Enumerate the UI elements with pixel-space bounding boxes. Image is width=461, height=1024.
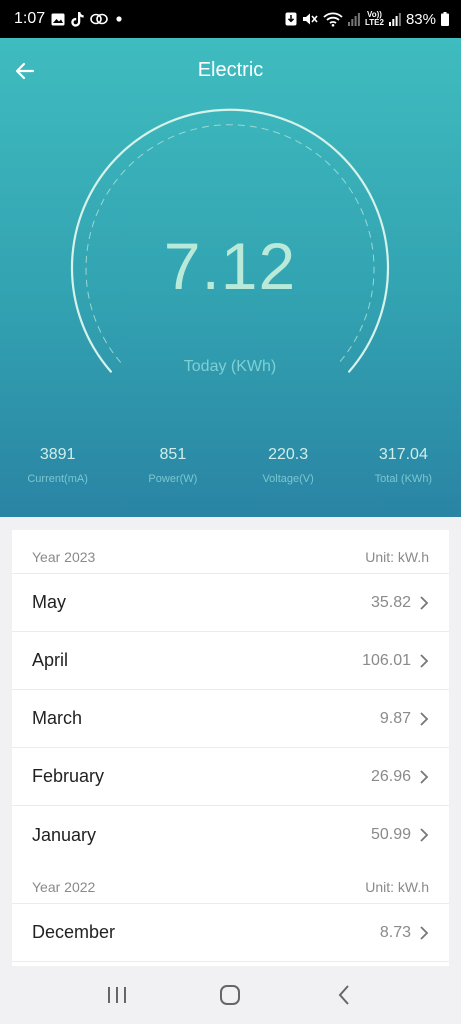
stat-current: 3891 Current(mA) xyxy=(0,446,115,485)
month-row-march[interactable]: March 9.87 xyxy=(12,690,449,748)
wifi-icon xyxy=(323,12,343,27)
chevron-right-icon xyxy=(419,769,429,785)
battery-icon xyxy=(441,12,449,26)
section-header-2023: Year 2023 Unit: kW.h xyxy=(12,530,449,574)
monthly-history-list[interactable]: Year 2023 Unit: kW.h May 35.82 April 106… xyxy=(12,530,449,966)
section-unit: Unit: kW.h xyxy=(365,879,429,895)
chevron-right-icon xyxy=(419,925,429,941)
energy-summary-panel: Electric 7.12 Today (KWh) 3891 Current(m… xyxy=(0,38,461,517)
month-label: May xyxy=(32,592,67,612)
status-bar: 1:07 Vo)) LTE2 83% xyxy=(0,0,461,38)
month-value: 35.82 xyxy=(370,593,411,611)
month-value: 26.96 xyxy=(370,767,411,785)
today-usage-label: Today (KWh) xyxy=(183,358,277,375)
chevron-right-icon xyxy=(419,653,429,669)
month-row-february[interactable]: February 26.96 xyxy=(12,748,449,806)
gallery-icon xyxy=(51,13,65,26)
stat-power: 851 Power(W) xyxy=(115,446,230,485)
stat-value: 317.04 xyxy=(378,446,428,463)
mute-icon xyxy=(302,12,318,26)
month-label: April xyxy=(32,650,69,670)
home-button[interactable] xyxy=(200,975,260,1015)
month-value-group: 9.87 xyxy=(380,710,429,728)
recent-apps-button[interactable] xyxy=(87,975,147,1015)
status-left: 1:07 xyxy=(14,10,124,28)
section-year: Year 2023 xyxy=(32,549,96,565)
stat-label: Power(W) xyxy=(148,473,198,485)
chevron-right-icon xyxy=(419,711,429,727)
page-title: Electric xyxy=(197,59,264,81)
stat-label: Voltage(V) xyxy=(262,473,314,485)
month-value: 50.99 xyxy=(370,826,411,843)
stat-voltage: 220.3 Voltage(V) xyxy=(231,446,346,485)
month-value: 8.73 xyxy=(379,923,411,941)
recent-apps-icon xyxy=(107,987,126,1003)
status-time: 1:07 xyxy=(14,10,46,27)
month-row-april[interactable]: April 106.01 xyxy=(12,632,449,690)
stats-row: 3891 Current(mA) 851 Power(W) 220.3 Volt… xyxy=(0,446,461,485)
status-right: Vo)) LTE2 83% xyxy=(285,11,449,28)
chevron-right-icon xyxy=(419,827,429,843)
stat-value: 220.3 xyxy=(268,446,309,463)
chevron-right-icon xyxy=(419,595,429,611)
chevron-left-icon xyxy=(338,985,349,1005)
month-value-group: 106.01 xyxy=(362,652,429,670)
month-row-december[interactable]: December 8.73 xyxy=(12,904,449,962)
month-value-group: 26.96 xyxy=(371,768,429,786)
month-value: 106.01 xyxy=(362,651,411,669)
month-value-group: 35.82 xyxy=(371,594,429,612)
month-label: December xyxy=(32,922,116,942)
volte-lte-icon: Vo)) LTE2 xyxy=(365,10,384,27)
notification-dot-icon xyxy=(114,14,124,24)
home-icon xyxy=(220,985,241,1005)
download-icon xyxy=(285,12,297,26)
system-nav-bar xyxy=(0,966,461,1024)
month-value-group: 50.99 xyxy=(371,826,429,844)
today-usage-value: 7.12 xyxy=(163,229,297,303)
stat-label: Total (KWh) xyxy=(374,473,433,485)
month-row-may[interactable]: May 35.82 xyxy=(12,574,449,632)
usage-gauge: 7.12 Today (KWh) xyxy=(60,100,400,390)
month-value-group: 8.73 xyxy=(380,924,429,942)
month-row-january[interactable]: January 50.99 xyxy=(12,806,449,864)
month-label: January xyxy=(32,824,97,845)
section-header-2022: Year 2022 Unit: kW.h xyxy=(12,864,449,904)
tiktok-icon xyxy=(71,11,84,27)
link-icon xyxy=(90,13,108,25)
section-year: Year 2022 xyxy=(32,879,96,895)
system-back-button[interactable] xyxy=(314,975,374,1015)
signal-strength-icon xyxy=(388,12,401,26)
stat-value: 3891 xyxy=(39,446,76,463)
month-label: February xyxy=(32,766,105,786)
stat-total: 317.04 Total (KWh) xyxy=(346,446,461,485)
stat-label: Current(mA) xyxy=(27,473,88,485)
battery-percent: 83% xyxy=(405,10,436,28)
signal-icon xyxy=(348,12,360,26)
stat-value: 851 xyxy=(159,446,187,463)
month-label: March xyxy=(32,708,83,728)
month-value: 9.87 xyxy=(379,709,411,727)
section-unit: Unit: kW.h xyxy=(365,549,429,565)
